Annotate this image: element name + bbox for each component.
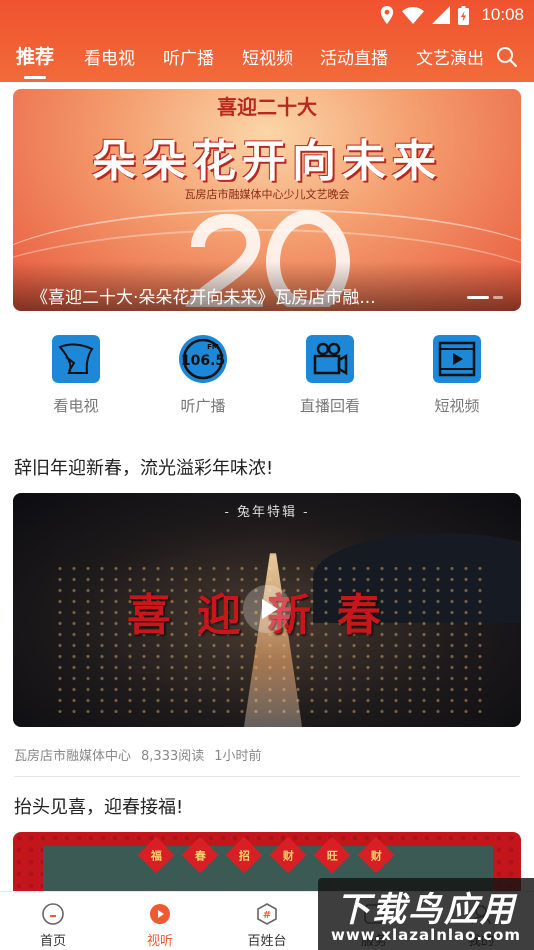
top-nav: 推荐 看电视 听广播 短视频 活动直播 文艺演出 — [0, 38, 534, 79]
wifi-icon — [402, 6, 425, 24]
article-title[interactable]: 抬头见喜，迎春接福! — [14, 793, 183, 819]
carousel-dot — [493, 296, 503, 299]
carousel-indicator — [467, 296, 503, 299]
search-icon[interactable] — [496, 46, 518, 68]
svg-text:106.5: 106.5 — [181, 353, 225, 369]
divider — [14, 776, 520, 777]
article-meta: 瓦房店市融媒体中心 8,333阅读 1小时前 — [14, 745, 262, 764]
shortcut-label: 直播回看 — [299, 397, 360, 415]
bottom-nav-home[interactable]: 首页 — [18, 902, 88, 949]
lucky-word: 财 — [370, 849, 382, 862]
video-tag: - 兔年特辑 - — [224, 505, 310, 520]
video-camera-icon — [306, 335, 354, 383]
status-icons: 10:08 — [380, 3, 524, 27]
radio-fm-icon: 106.5 FM — [179, 335, 227, 383]
shortcut-label: 短视频 — [434, 397, 480, 415]
play-video-icon — [433, 335, 481, 383]
svg-text:FM: FM — [207, 343, 219, 351]
app-header: 10:08 推荐 看电视 听广播 短视频 活动直播 文艺演出 — [0, 0, 534, 82]
bottom-nav-audio-video[interactable]: 视听 — [125, 902, 195, 949]
bottom-nav-label: 百姓台 — [247, 934, 287, 949]
lucky-word: 旺 — [326, 849, 338, 862]
banner-caption: 《喜迎二十大·朵朵花开向未来》瓦房店市融... — [31, 288, 376, 308]
tab-watch-tv[interactable]: 看电视 — [84, 44, 135, 69]
watermark: 下载鸟应用 www.xlazalnlao.com — [318, 878, 534, 950]
play-circle-icon — [150, 904, 170, 924]
tab-recommend[interactable]: 推荐 — [16, 42, 54, 69]
bottom-nav-label: 首页 — [39, 934, 66, 949]
lucky-word: 福 — [150, 849, 162, 862]
banner-carousel[interactable]: 喜迎二十大 朵朵花开向未来 瓦房店市融媒体中心少儿文艺晚会 《喜迎二十大·朵朵花… — [13, 89, 521, 311]
banner-top-title: 喜迎二十大 — [217, 95, 317, 119]
watermark-title: 下载鸟应用 — [336, 890, 516, 930]
lucky-word-tile: 福 — [137, 836, 175, 874]
bottom-nav-community[interactable]: # 百姓台 — [232, 902, 302, 949]
poster-lucky-words: 福 春 招 财 旺 财 — [137, 836, 395, 874]
shortcut-label: 看电视 — [53, 397, 99, 415]
article-video-thumbnail[interactable]: - 兔年特辑 - 喜迎新春 — [13, 493, 521, 727]
play-icon[interactable] — [243, 585, 291, 633]
article-read-count: 8,333阅读 — [141, 749, 205, 764]
status-bar: 10:08 — [0, 0, 534, 30]
tab-listen-radio[interactable]: 听广播 — [163, 44, 214, 69]
lucky-word-tile: 旺 — [313, 836, 351, 874]
location-icon — [381, 6, 394, 24]
lucky-word: 财 — [282, 849, 294, 862]
home-icon — [42, 903, 64, 925]
article-time: 1小时前 — [214, 749, 262, 764]
article-source: 瓦房店市融媒体中心 — [14, 749, 132, 764]
lucky-word-tile: 财 — [357, 836, 395, 874]
lucky-word: 春 — [194, 849, 206, 862]
banner-main-title: 朵朵花开向未来 — [92, 136, 442, 187]
shortcut-short-video[interactable]: 短视频 — [407, 335, 507, 416]
lucky-word-tile: 春 — [181, 836, 219, 874]
banner-subtitle: 瓦房店市融媒体中心少儿文艺晚会 — [184, 188, 350, 201]
watermark-url: www.xlazalnlao.com — [330, 926, 522, 944]
lucky-word-tile: 财 — [269, 836, 307, 874]
tv-icon — [52, 335, 100, 383]
shortcut-label: 听广播 — [180, 397, 226, 415]
bottom-nav-label: 视听 — [146, 934, 173, 949]
carousel-dot-active — [467, 296, 489, 299]
tab-short-video[interactable]: 短视频 — [242, 44, 293, 69]
lucky-word-tile: 招 — [225, 836, 263, 874]
lucky-word: 招 — [238, 849, 250, 862]
status-time: 10:08 — [481, 5, 524, 24]
shortcut-listen-radio[interactable]: 106.5 FM 听广播 — [153, 335, 253, 416]
svg-text:#: # — [263, 910, 271, 921]
shortcut-watch-tv[interactable]: 看电视 — [26, 335, 126, 416]
tab-live-events[interactable]: 活动直播 — [320, 44, 388, 69]
battery-icon — [458, 5, 470, 25]
shortcut-live-replay[interactable]: 直播回看 — [280, 335, 380, 416]
tab-performances[interactable]: 文艺演出 — [416, 44, 484, 69]
signal-icon — [432, 6, 451, 24]
hashtag-icon: # — [257, 903, 277, 925]
article-title[interactable]: 辞旧年迎新春，流光溢彩年味浓! — [14, 454, 273, 480]
active-tab-indicator — [24, 76, 46, 79]
